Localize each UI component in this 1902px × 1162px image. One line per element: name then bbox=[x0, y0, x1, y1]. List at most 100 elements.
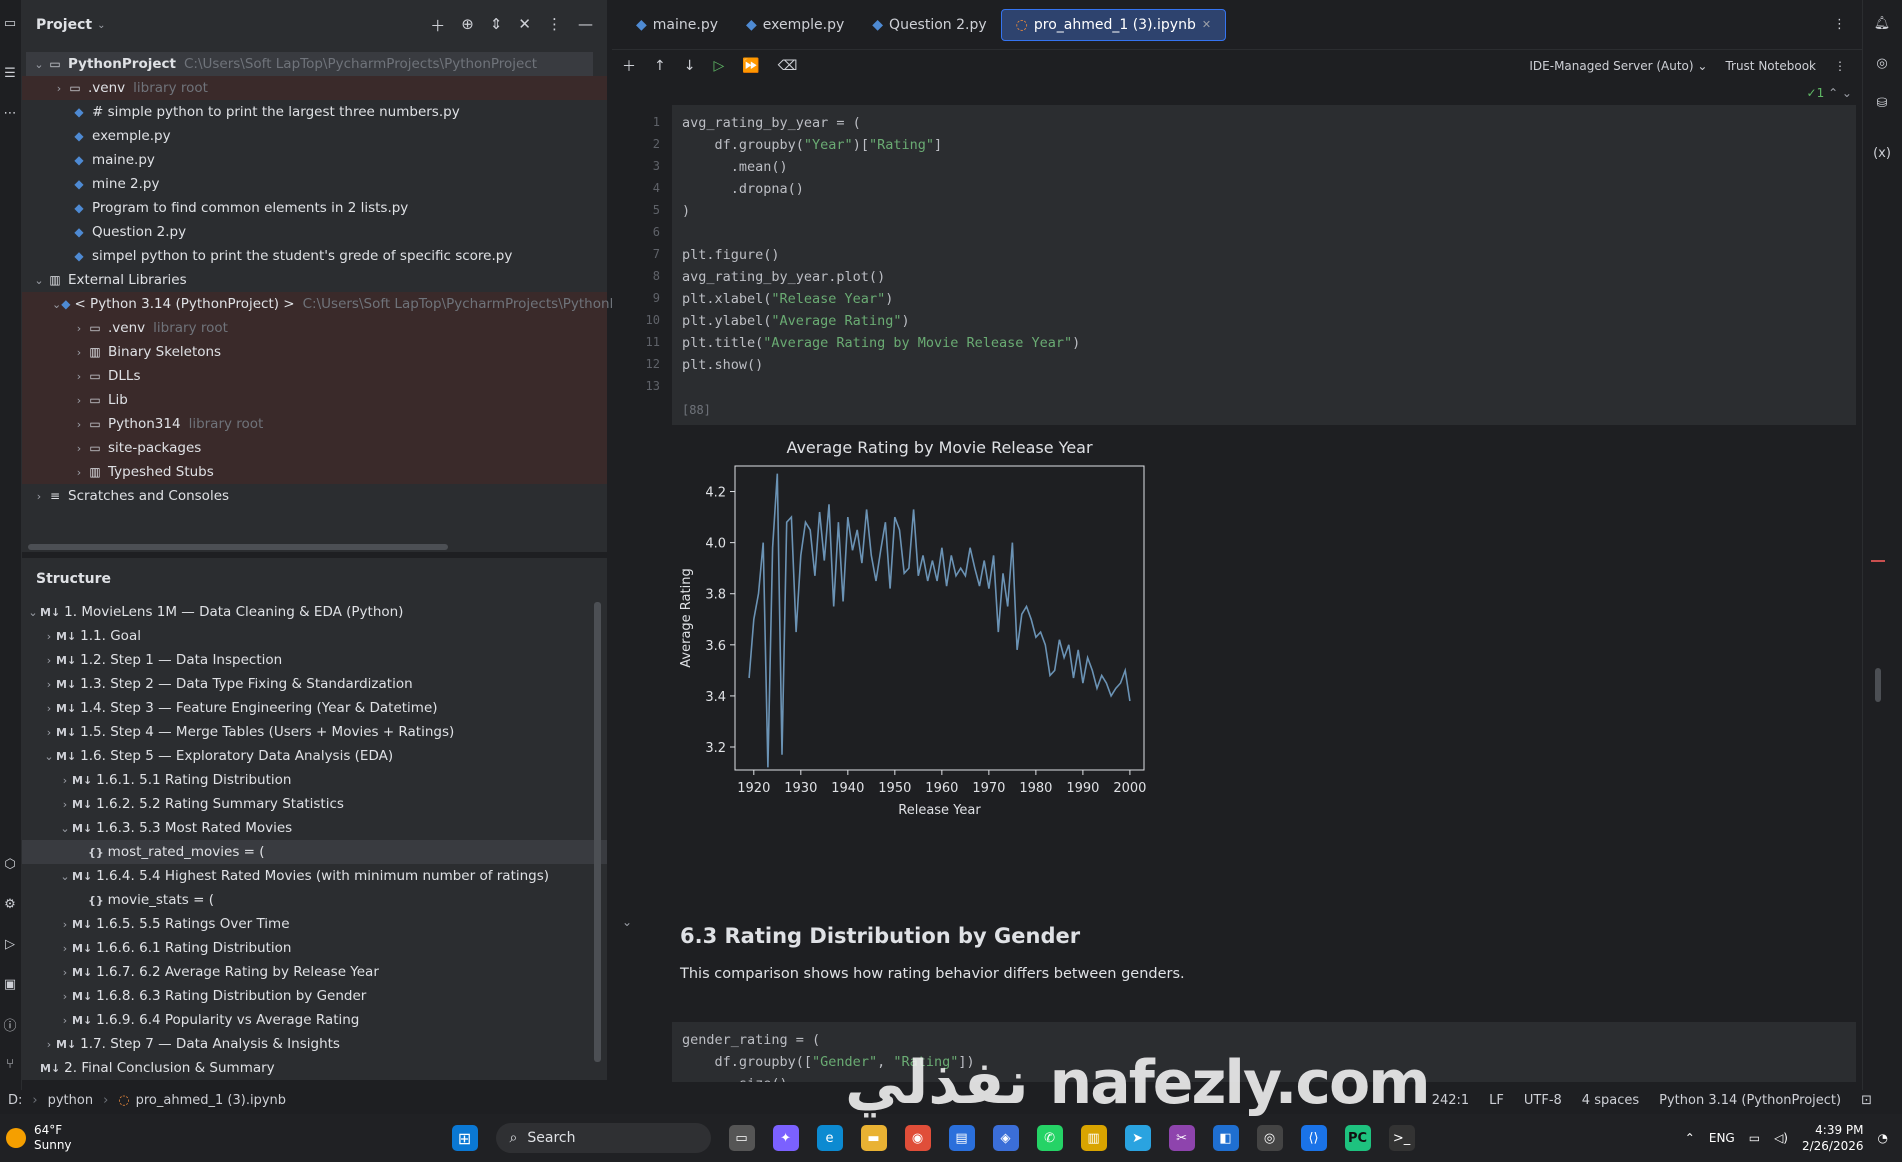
structure-item[interactable]: › M↓ 1.6.1. 5.1 Rating Distribution bbox=[22, 768, 607, 792]
python-packages-icon[interactable]: ⬡ bbox=[1, 855, 19, 873]
chevron-right-icon[interactable]: › bbox=[72, 322, 86, 335]
chevron-right-icon[interactable]: › bbox=[42, 702, 56, 715]
lock-icon[interactable]: ⊡ bbox=[1861, 1093, 1872, 1108]
structure-item[interactable]: {} movie_stats = ( bbox=[22, 888, 607, 912]
structure-icon[interactable]: ☰ bbox=[1, 64, 19, 82]
chevron-down-icon[interactable]: ⌄ bbox=[58, 870, 72, 883]
status-drive[interactable]: D: bbox=[8, 1093, 22, 1108]
chevron-right-icon[interactable]: › bbox=[58, 798, 72, 811]
chevron-right-icon[interactable]: › bbox=[58, 1014, 72, 1027]
snipping-icon[interactable]: ✂ bbox=[1168, 1125, 1195, 1151]
tree-interpreter[interactable]: ⌄ ◆ < Python 3.14 (PythonProject) > C:\U… bbox=[22, 292, 618, 316]
tab-exemple[interactable]: ◆ exemple.py bbox=[732, 9, 858, 41]
add-icon[interactable]: ＋ bbox=[430, 15, 445, 36]
notification-bell-icon[interactable]: ◔ bbox=[1878, 1131, 1888, 1145]
options-icon[interactable]: ⋮ bbox=[547, 15, 562, 36]
chevron-right-icon[interactable]: › bbox=[42, 1038, 56, 1051]
clear-outputs-icon[interactable]: ⌫ bbox=[778, 58, 798, 74]
chevron-right-icon[interactable]: › bbox=[72, 346, 86, 359]
hide-icon[interactable]: — bbox=[578, 15, 593, 36]
structure-item[interactable]: › M↓ 1.6.9. 6.4 Popularity vs Average Rati… bbox=[22, 1008, 607, 1032]
tree-lib-item[interactable]: › ▭ DLLs bbox=[22, 364, 607, 388]
tree-file[interactable]: ◆ mine 2.py bbox=[22, 172, 607, 196]
chrome-icon[interactable]: ◉ bbox=[904, 1125, 931, 1151]
tree-scratches[interactable]: › ≡ Scratches and Consoles bbox=[22, 484, 607, 508]
chevron-down-icon[interactable]: ⌄ bbox=[58, 822, 72, 835]
structure-item[interactable]: › M↓ 1.6.6. 6.1 Rating Distribution bbox=[22, 936, 607, 960]
chevron-down-icon[interactable]: ⌄ bbox=[42, 750, 56, 763]
chevron-right-icon[interactable]: › bbox=[72, 370, 86, 383]
pycharm-icon[interactable]: PC bbox=[1344, 1125, 1371, 1151]
tree-file[interactable]: ◆ Program to find common elements in 2 li… bbox=[22, 196, 607, 220]
task-view-icon[interactable]: ▭ bbox=[728, 1125, 755, 1151]
locate-icon[interactable]: ⊕ bbox=[461, 15, 474, 36]
chevron-right-icon[interactable]: › bbox=[72, 418, 86, 431]
structure-item[interactable]: › M↓ 1.2. Step 1 — Data Inspection bbox=[22, 648, 607, 672]
tree-file[interactable]: ◆ maine.py bbox=[22, 148, 607, 172]
chevron-right-icon[interactable]: › bbox=[58, 918, 72, 931]
trust-notebook-button[interactable]: Trust Notebook bbox=[1725, 59, 1816, 73]
chevron-down-icon[interactable]: ⌄ bbox=[32, 58, 46, 71]
chevron-down-icon[interactable]: ⌄ bbox=[26, 606, 40, 619]
edge-icon[interactable]: e bbox=[816, 1125, 843, 1151]
chevron-down-icon[interactable]: ⌄ bbox=[97, 20, 105, 31]
chevron-right-icon[interactable]: › bbox=[42, 654, 56, 667]
copilot-icon[interactable]: ✦ bbox=[772, 1125, 799, 1151]
structure-item[interactable]: M↓ 2. Final Conclusion & Summary bbox=[22, 1056, 607, 1080]
structure-item[interactable]: › M↓ 1.1. Goal bbox=[22, 624, 607, 648]
folder-icon[interactable]: ▭ bbox=[1, 14, 19, 32]
structure-item[interactable]: ⌄ M↓ 1.6.3. 5.3 Most Rated Movies bbox=[22, 816, 607, 840]
file-encoding[interactable]: UTF-8 bbox=[1524, 1093, 1562, 1108]
tree-lib-item[interactable]: › ▭ .venv library root bbox=[22, 316, 607, 340]
indent-setting[interactable]: 4 spaces bbox=[1582, 1093, 1639, 1108]
taskbar-search[interactable]: ⌕ Search bbox=[495, 1123, 711, 1153]
chevron-right-icon[interactable]: › bbox=[58, 942, 72, 955]
tree-venv[interactable]: › ▭ .venv library root bbox=[22, 76, 607, 100]
structure-item[interactable]: › M↓ 1.6.8. 6.3 Rating Distribution by Gen… bbox=[22, 984, 607, 1008]
tree-file[interactable]: ◆ exemple.py bbox=[22, 124, 607, 148]
server-selector[interactable]: IDE-Managed Server (Auto) ⌄ bbox=[1529, 59, 1707, 73]
tree-external-libraries[interactable]: ⌄ ▥ External Libraries bbox=[22, 268, 607, 292]
windows-start-icon[interactable]: ⊞ bbox=[451, 1125, 478, 1151]
clock[interactable]: 4:39 PM 2/26/2026 bbox=[1802, 1122, 1864, 1154]
code-cell[interactable]: 1 avg_rating_by_year = (2 df.groupby("Yea… bbox=[646, 105, 1856, 425]
structure-item[interactable]: › M↓ 1.6.2. 5.2 Rating Summary Statistics bbox=[22, 792, 607, 816]
chevron-right-icon[interactable]: › bbox=[72, 442, 86, 455]
structure-item[interactable]: › M↓ 1.7. Step 7 — Data Analysis & Insight… bbox=[22, 1032, 607, 1056]
tree-file[interactable]: ◆ # simple python to print the largest th… bbox=[22, 100, 607, 124]
tree-lib-item[interactable]: › ▥ Binary Skeletons bbox=[22, 340, 607, 364]
tree-lib-item[interactable]: › ▭ Python314 library root bbox=[22, 412, 607, 436]
structure-item[interactable]: ⌄ M↓ 1.6. Step 5 — Exploratory Data Analys… bbox=[22, 744, 607, 768]
editor-scrollbar[interactable] bbox=[1875, 668, 1881, 702]
telegram-icon[interactable]: ➤ bbox=[1124, 1125, 1151, 1151]
app-icon[interactable]: ◧ bbox=[1212, 1125, 1239, 1151]
store-icon[interactable]: ▤ bbox=[948, 1125, 975, 1151]
expand-icon[interactable]: ⇕ bbox=[490, 15, 503, 36]
close-icon[interactable]: ✕ bbox=[1202, 18, 1211, 31]
breadcrumb-file[interactable]: pro_ahmed_1 (3).ipynb bbox=[136, 1093, 286, 1108]
structure-item[interactable]: › M↓ 1.5. Step 4 — Merge Tables (Users + M… bbox=[22, 720, 607, 744]
structure-item[interactable]: › M↓ 1.6.5. 5.5 Ratings Over Time bbox=[22, 912, 607, 936]
structure-item[interactable]: ⌄ M↓ 1. MovieLens 1M — Data Cleaning & EDA… bbox=[22, 600, 607, 624]
structure-item[interactable]: ⌄ M↓ 1.6.4. 5.4 Highest Rated Movies (with… bbox=[22, 864, 607, 888]
chevron-right-icon[interactable]: › bbox=[42, 678, 56, 691]
structure-item[interactable]: {} most_rated_movies = ( bbox=[22, 840, 607, 864]
chevron-right-icon[interactable]: › bbox=[32, 490, 46, 503]
interpreter-selector[interactable]: Python 3.14 (PythonProject) bbox=[1659, 1093, 1841, 1108]
tab-options-icon[interactable]: ⋮ bbox=[1833, 17, 1846, 32]
tree-root[interactable]: ⌄ ▭ PythonProject C:\Users\Soft LapTop\P… bbox=[26, 52, 593, 76]
chevron-down-icon[interactable]: ⌄ bbox=[32, 274, 46, 287]
vscode-icon[interactable]: ⟨⟩ bbox=[1300, 1125, 1327, 1151]
whatsapp-icon[interactable]: ✆ bbox=[1036, 1125, 1063, 1151]
weather-widget[interactable]: 64°F Sunny bbox=[0, 1123, 72, 1153]
notifications-icon[interactable]: 🔔︎ bbox=[1873, 14, 1891, 32]
obs-icon[interactable]: ◎ bbox=[1256, 1125, 1283, 1151]
toolbar-options-icon[interactable]: ⋮ bbox=[1834, 59, 1846, 73]
chevron-down-icon[interactable]: ⌄ bbox=[52, 298, 61, 311]
inspections-widget[interactable]: ✓1 ⌃ ⌄ bbox=[1807, 86, 1852, 100]
breadcrumb-folder[interactable]: python bbox=[48, 1093, 93, 1108]
language-indicator[interactable]: ENG bbox=[1709, 1131, 1735, 1145]
powerbi-icon[interactable]: ▥ bbox=[1080, 1125, 1107, 1151]
chevron-right-icon[interactable]: › bbox=[58, 966, 72, 979]
tree-lib-item[interactable]: › ▭ Lib bbox=[22, 388, 607, 412]
